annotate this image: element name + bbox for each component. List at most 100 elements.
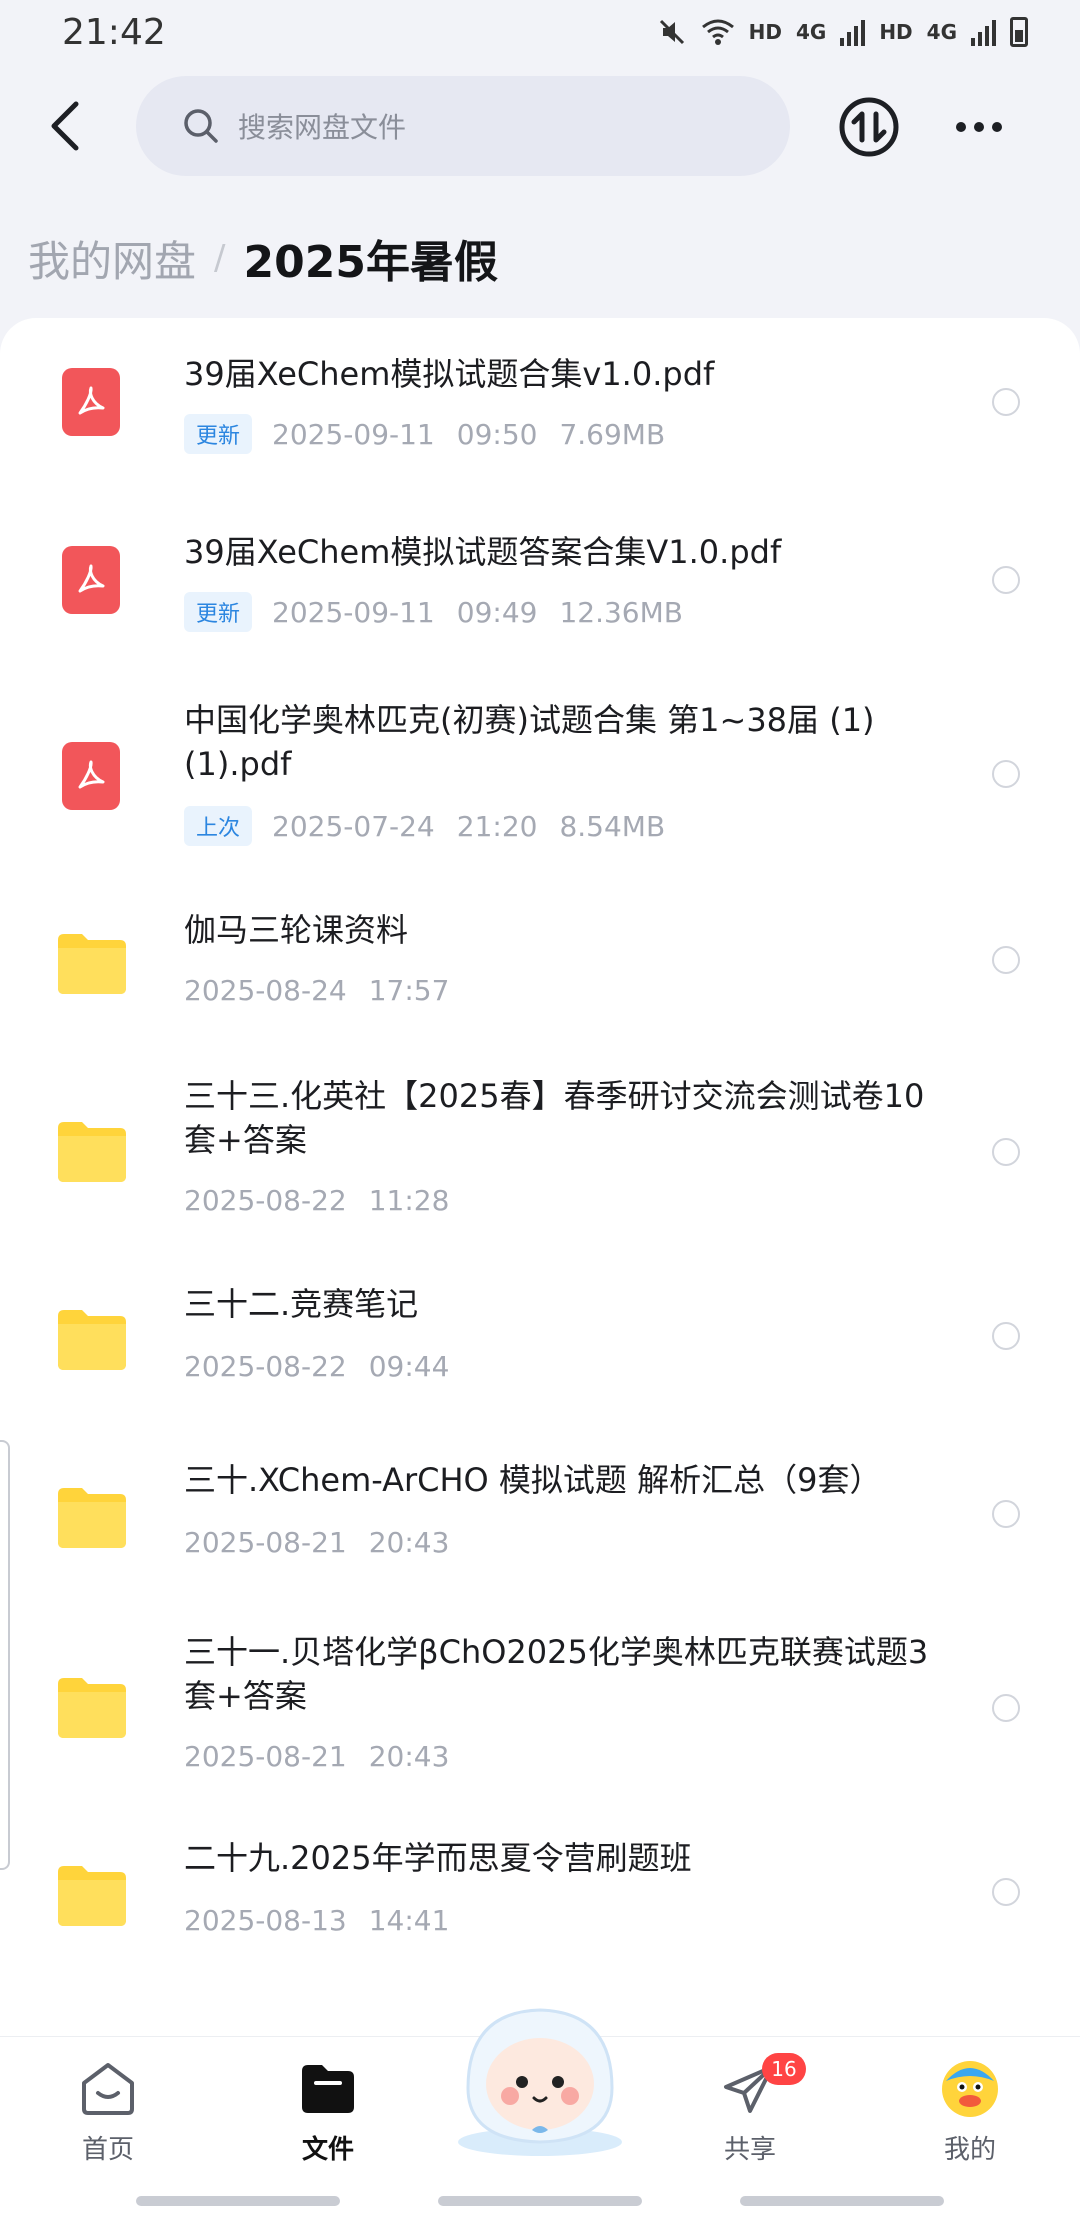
file-time: 09:49 (456, 595, 538, 629)
file-name: 三十二.竞赛笔记 (184, 1285, 419, 1323)
breadcrumb-current: 2025年暑假 (243, 237, 498, 288)
folder-icon (58, 1488, 126, 1548)
select-checkbox[interactable] (992, 388, 1020, 416)
file-time: 14:41 (368, 1904, 450, 1937)
file-date: 2025-08-21 (184, 1526, 347, 1559)
file-time: 17:57 (368, 974, 450, 1007)
back-button[interactable] (36, 96, 96, 156)
file-meta: 更新 2025-09-11 09:50 7.69MB (184, 414, 687, 454)
file-name: 三十三.化英社【2025春】春季研讨交流会测试卷10套+答案 (184, 1077, 925, 1159)
file-date: 2025-08-21 (184, 1740, 347, 1773)
wifi-icon (701, 19, 734, 45)
list-item[interactable]: 三十二.竞赛笔记 2025-08-22 09:44 (0, 1252, 1080, 1430)
select-checkbox[interactable] (992, 760, 1020, 788)
file-tag: 更新 (184, 592, 253, 632)
list-item[interactable]: 三十一.贝塔化学βChO2025化学奥林匹克联赛试题3套+答案 2025-08-… (0, 1608, 1080, 1808)
gesture-bar (740, 2196, 944, 2206)
more-options-button[interactable] (948, 96, 1010, 158)
file-name: 伽马三轮课资料 (184, 911, 409, 949)
status-icons: HD 4G HD 4G (657, 17, 1028, 47)
breadcrumb: 我的网盘 / 2025年暑假 (28, 228, 498, 289)
network-label: 4G (795, 20, 827, 44)
folder-icon (58, 1866, 126, 1926)
folder-icon (58, 1678, 126, 1738)
status-time: 21:42 (62, 11, 166, 53)
file-time: 09:50 (456, 417, 538, 451)
file-time: 20:43 (368, 1526, 450, 1559)
folder-tab-icon (302, 2065, 354, 2113)
status-bar: 21:42 HD 4G HD 4G (0, 0, 1080, 64)
tab-share-label: 共享 (723, 2135, 776, 2165)
tab-home[interactable]: 首页 (38, 2059, 178, 2189)
battery-icon (1010, 17, 1028, 47)
file-name: 三十.XChem-ArCHO 模拟试题 解析汇总（9套） (184, 1461, 882, 1499)
search-input[interactable]: 搜索网盘文件 (136, 76, 790, 176)
pdf-icon (62, 742, 120, 810)
select-checkbox[interactable] (992, 566, 1020, 594)
file-size: 12.36MB (559, 595, 683, 629)
file-meta: 2025-08-24 17:57 (184, 974, 471, 1007)
list-item[interactable]: 中国化学奥林匹克(初赛)试题合集 第1~38届 (1)(1).pdf 上次 20… (0, 674, 1080, 874)
more-dot-icon (956, 122, 966, 132)
file-time: 09:44 (368, 1350, 450, 1383)
tab-share[interactable]: 16 共享 (680, 2053, 820, 2189)
gesture-bar (438, 2196, 642, 2206)
file-meta: 更新 2025-09-11 09:49 12.36MB (184, 592, 705, 632)
tab-files[interactable]: 文件 (258, 2059, 398, 2189)
pdf-icon (62, 368, 120, 436)
select-checkbox[interactable] (992, 1694, 1020, 1722)
breadcrumb-root[interactable]: 我的网盘 (28, 228, 196, 289)
select-checkbox[interactable] (992, 1500, 1020, 1528)
file-time: 20:43 (368, 1740, 450, 1773)
file-date: 2025-08-13 (184, 1904, 347, 1937)
folder-icon (58, 1310, 126, 1370)
folder-icon (58, 1122, 126, 1182)
file-size: 7.69MB (559, 417, 666, 451)
side-drawer-handle[interactable] (0, 1440, 10, 1870)
file-time: 21:20 (456, 809, 538, 843)
search-placeholder: 搜索网盘文件 (238, 111, 407, 144)
signal-icon (840, 18, 866, 46)
file-date: 2025-08-22 (184, 1184, 347, 1217)
file-meta: 2025-08-22 11:28 (184, 1184, 471, 1217)
select-checkbox[interactable] (992, 1878, 1020, 1906)
file-name: 三十一.贝塔化学βChO2025化学奥林匹克联赛试题3套+答案 (184, 1633, 929, 1715)
list-item[interactable]: 39届XeChem模拟试题答案合集V1.0.pdf 更新 2025-09-11 … (0, 496, 1080, 674)
file-tag: 上次 (184, 806, 253, 846)
file-name: 39届XeChem模拟试题合集v1.0.pdf (184, 355, 715, 393)
file-tag: 更新 (184, 414, 253, 454)
list-item[interactable]: 39届XeChem模拟试题合集v1.0.pdf 更新 2025-09-11 09… (0, 318, 1080, 496)
tab-me-label: 我的 (943, 2135, 996, 2165)
home-icon (82, 2063, 134, 2115)
file-name: 39届XeChem模拟试题答案合集V1.0.pdf (184, 533, 782, 571)
pdf-icon (62, 546, 120, 614)
file-date: 2025-08-22 (184, 1350, 347, 1383)
transfer-list-icon[interactable] (838, 96, 900, 158)
top-bar: 搜索网盘文件 (0, 70, 1080, 182)
file-date: 2025-09-11 (272, 417, 435, 451)
file-date: 2025-09-11 (272, 595, 435, 629)
list-item[interactable]: 三十三.化英社【2025春】春季研讨交流会测试卷10套+答案 2025-08-2… (0, 1052, 1080, 1252)
file-date: 2025-07-24 (272, 809, 435, 843)
tab-home-label: 首页 (81, 2135, 134, 2165)
list-item[interactable]: 伽马三轮课资料 2025-08-24 17:57 (0, 874, 1080, 1052)
gesture-bar (136, 2196, 340, 2206)
file-name: 中国化学奥林匹克(初赛)试题合集 第1~38届 (1)(1).pdf (184, 701, 875, 783)
file-meta: 2025-08-21 20:43 (184, 1740, 471, 1773)
list-item[interactable]: 三十.XChem-ArCHO 模拟试题 解析汇总（9套） 2025-08-21 … (0, 1430, 1080, 1608)
select-checkbox[interactable] (992, 1138, 1020, 1166)
file-name: 二十九.2025年学而思夏令营刷题班 (184, 1839, 692, 1877)
file-meta: 上次 2025-07-24 21:20 8.54MB (184, 806, 687, 846)
file-meta: 2025-08-21 20:43 (184, 1526, 471, 1559)
breadcrumb-separator: / (214, 238, 226, 278)
select-checkbox[interactable] (992, 946, 1020, 974)
file-list: 39届XeChem模拟试题合集v1.0.pdf 更新 2025-09-11 09… (0, 318, 1080, 2038)
ai-assistant-mascot-icon[interactable] (446, 1992, 634, 2160)
tab-me[interactable]: 我的 (900, 2059, 1040, 2189)
network-label-2: 4G (926, 20, 957, 44)
more-dot-icon (974, 122, 984, 132)
list-item[interactable]: 二十九.2025年学而思夏令营刷题班 2025-08-13 14:41 (0, 1808, 1080, 1986)
file-meta: 2025-08-22 09:44 (184, 1350, 471, 1383)
select-checkbox[interactable] (992, 1322, 1020, 1350)
hd-label-2: HD (879, 20, 913, 44)
